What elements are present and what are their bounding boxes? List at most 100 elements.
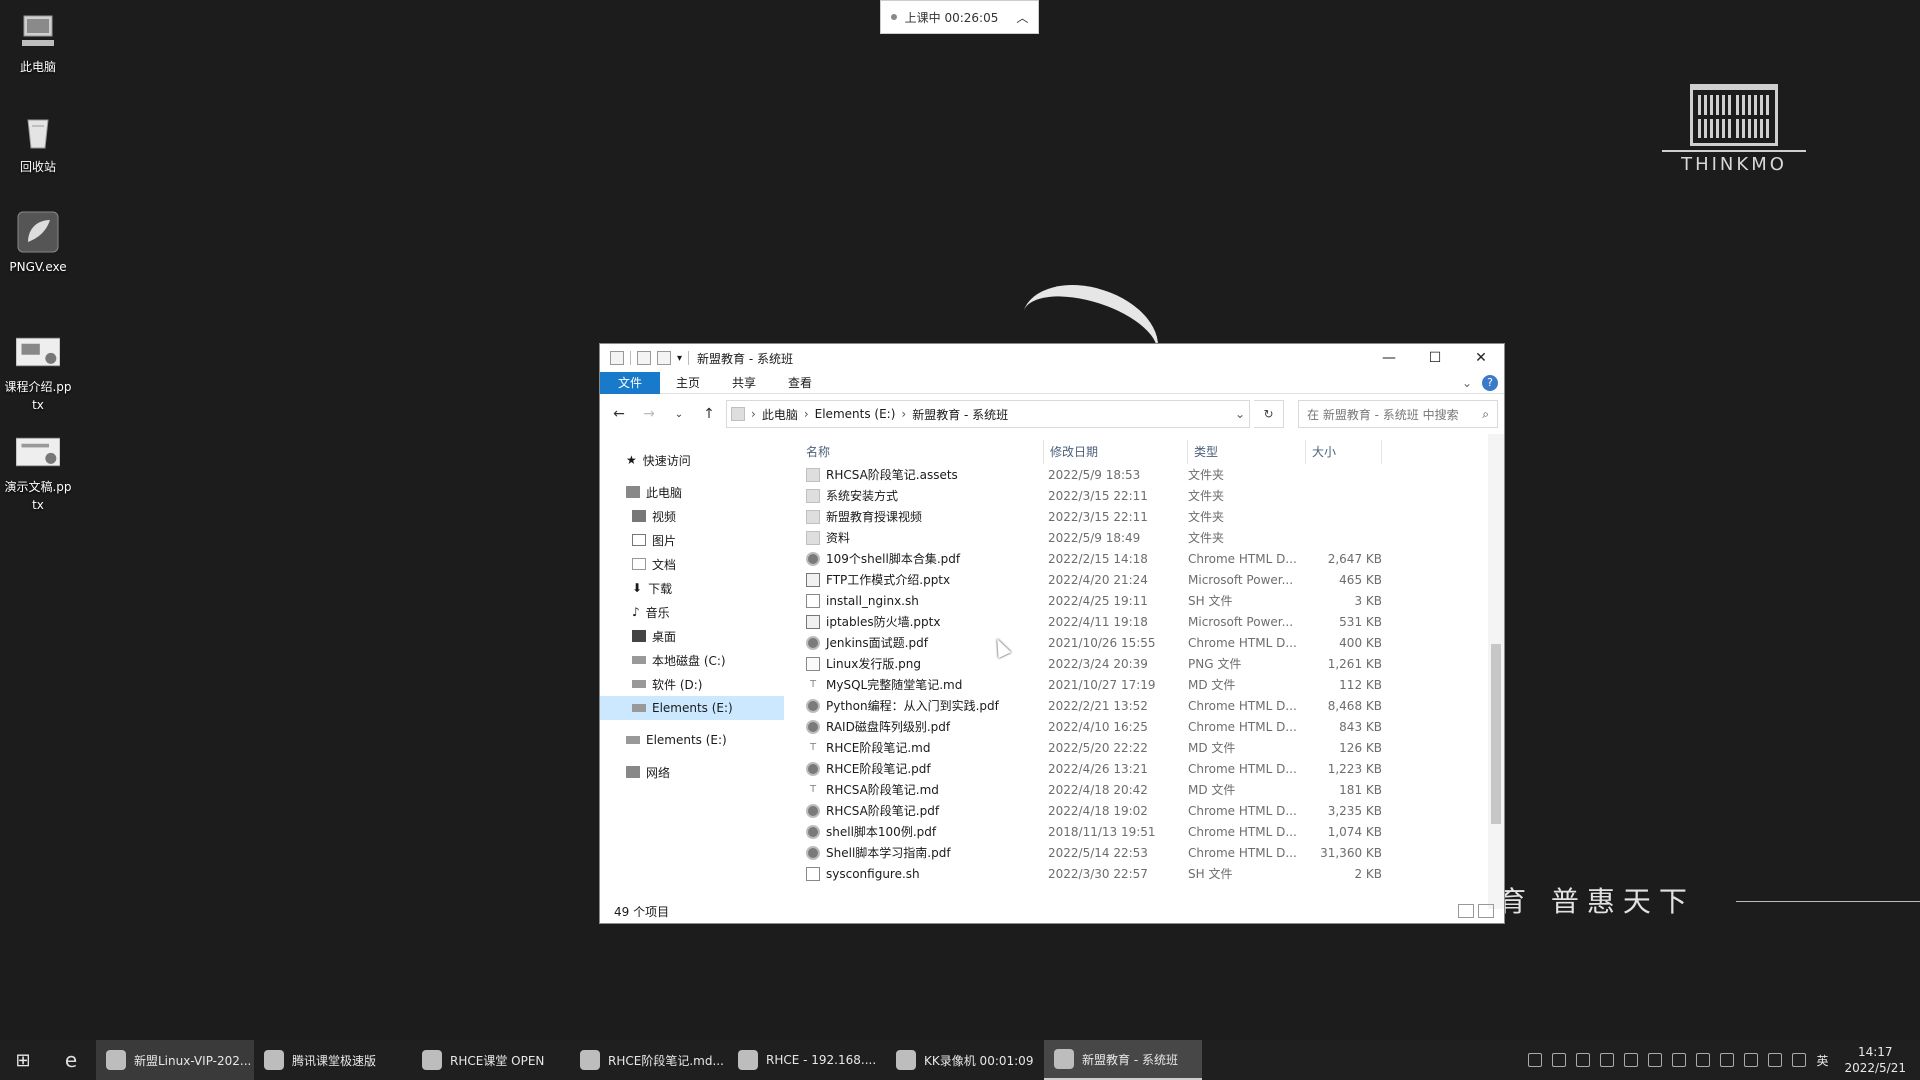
- nav-item-this-pc[interactable]: 此电脑: [600, 480, 784, 504]
- file-row[interactable]: T MySQL完整随堂笔记.md 2021/10/27 17:19 MD 文件 112 …: [784, 674, 1504, 695]
- file-row[interactable]: Linux发行版.png 2022/3/24 20:39 PNG 文件 1,261 K…: [784, 653, 1504, 674]
- column-header-size[interactable]: 大小: [1306, 440, 1382, 464]
- file-row[interactable]: 109个shell脚本合集.pdf 2022/2/15 14:18 Chrome H…: [784, 548, 1504, 569]
- nav-item-videos[interactable]: 视频: [600, 504, 784, 528]
- taskbar-app-button[interactable]: KK录像机 00:01:09: [886, 1040, 1044, 1080]
- tray-arrow-icon[interactable]: [1696, 1053, 1711, 1067]
- file-row[interactable]: RHCE阶段笔记.pdf 2022/4/26 13:21 Chrome HTML D…: [784, 758, 1504, 779]
- column-header-name[interactable]: 名称: [784, 440, 1044, 464]
- recent-locations-dropdown[interactable]: ⌄: [666, 401, 692, 427]
- minimize-button[interactable]: —: [1366, 344, 1412, 372]
- large-icons-view-icon[interactable]: [1478, 904, 1494, 918]
- file-row[interactable]: install_nginx.sh 2022/4/25 19:11 SH 文件 3 KB: [784, 590, 1504, 611]
- desktop-icon-this-pc[interactable]: 此电脑: [4, 10, 72, 76]
- breadcrumb-this-pc[interactable]: 此电脑: [762, 406, 798, 423]
- nav-item-drive-d[interactable]: 软件 (D:): [600, 672, 784, 696]
- taskbar-app-button[interactable]: RHCE - 192.168....: [728, 1040, 886, 1080]
- vertical-scrollbar[interactable]: [1488, 434, 1504, 909]
- nav-item-drive-c[interactable]: 本地磁盘 (C:): [600, 648, 784, 672]
- expand-ribbon-icon[interactable]: ⌄: [1462, 376, 1472, 390]
- taskbar-app-button[interactable]: 新盟Linux-VIP-202...: [96, 1040, 254, 1080]
- file-row[interactable]: RHCSA阶段笔记.pdf 2022/4/18 19:02 Chrome HTML …: [784, 800, 1504, 821]
- details-view-icon[interactable]: [1458, 904, 1474, 918]
- class-timer-bar[interactable]: 上课中 00:26:05 ︿: [880, 0, 1039, 34]
- taskbar-clock[interactable]: 14:17 2022/5/21: [1838, 1044, 1912, 1076]
- file-row[interactable]: Shell脚本学习指南.pdf 2022/5/14 22:53 Chrome HTM…: [784, 842, 1504, 863]
- app-icon: [896, 1050, 916, 1070]
- nav-item-quick-access[interactable]: ★ 快速访问: [600, 448, 784, 472]
- file-row[interactable]: FTP工作模式介绍.pptx 2022/4/20 21:24 Microsoft P…: [784, 569, 1504, 590]
- taskbar-app-button[interactable]: 新盟教育 - 系统班: [1044, 1040, 1202, 1080]
- up-button[interactable]: ↑: [696, 401, 722, 427]
- nav-item-drive-e[interactable]: Elements (E:): [600, 696, 784, 720]
- search-input[interactable]: 在 新盟教育 - 系统班 中搜索 ⌕: [1298, 400, 1498, 428]
- file-row[interactable]: T RHCSA阶段笔记.md 2022/4/18 20:42 MD 文件 181 KB: [784, 779, 1504, 800]
- file-row[interactable]: iptables防火墙.pptx 2022/4/11 19:18 Microsoft…: [784, 611, 1504, 632]
- file-row[interactable]: T RHCE阶段笔记.md 2022/5/20 22:22 MD 文件 126 KB: [784, 737, 1504, 758]
- tray-battery-icon[interactable]: [1720, 1053, 1735, 1067]
- nav-item-music[interactable]: ♪ 音乐: [600, 600, 784, 624]
- nav-item-elements-e[interactable]: Elements (E:): [600, 728, 784, 752]
- customize-dropdown-icon[interactable]: ▾: [677, 353, 682, 364]
- maximize-button[interactable]: ☐: [1412, 344, 1458, 372]
- file-row[interactable]: RAID磁盘阵列级别.pdf 2022/4/10 16:25 Chrome HTML…: [784, 716, 1504, 737]
- tab-view[interactable]: 查看: [772, 372, 828, 394]
- desktop-icon-pngv[interactable]: PNGV.exe: [4, 210, 72, 276]
- desktop-icon-demo-pptx[interactable]: 演示文稿.pptx: [4, 430, 72, 514]
- file-row[interactable]: Jenkins面试题.pdf 2021/10/26 15:55 Chrome HTM…: [784, 632, 1504, 653]
- file-row[interactable]: Python编程：从入门到实践.pdf 2022/2/21 13:52 Chrome…: [784, 695, 1504, 716]
- taskbar-app-button[interactable]: RHCE阶段笔记.md...: [570, 1040, 728, 1080]
- tray-app-icon[interactable]: [1648, 1053, 1663, 1067]
- chevron-up-icon[interactable]: ︿: [1016, 9, 1028, 26]
- file-row[interactable]: sysconfigure.sh 2022/3/30 22:57 SH 文件 2 KB: [784, 863, 1504, 884]
- new-folder-icon[interactable]: [657, 351, 671, 365]
- tray-volume-icon[interactable]: [1792, 1053, 1807, 1067]
- file-row[interactable]: shell脚本100例.pdf 2018/11/13 19:51 Chrome HT…: [784, 821, 1504, 842]
- file-type: MD 文件: [1188, 741, 1236, 755]
- nav-item-network[interactable]: 网络: [600, 760, 784, 784]
- tray-usb-icon[interactable]: [1624, 1053, 1639, 1067]
- close-button[interactable]: ✕: [1458, 344, 1504, 372]
- back-button[interactable]: ←: [606, 401, 632, 427]
- taskbar-app-button[interactable]: RHCE课堂 OPEN: [412, 1040, 570, 1080]
- tray-microphone-icon[interactable]: [1744, 1053, 1759, 1067]
- taskbar-app-button[interactable]: 腾讯课堂极速版: [254, 1040, 412, 1080]
- file-list: RHCSA阶段笔记.assets 2022/5/9 18:53 文件夹 系统安装方式 2…: [784, 464, 1504, 884]
- help-icon[interactable]: ?: [1482, 374, 1498, 391]
- start-button[interactable]: ⊞: [0, 1040, 46, 1080]
- scrollbar-thumb[interactable]: [1491, 644, 1501, 824]
- nav-item-downloads[interactable]: ⬇ 下载: [600, 576, 784, 600]
- file-explorer-window[interactable]: ▾ 新盟教育 - 系统班 — ☐ ✕ 文件 主页 共享 查看 ⌄ ? ← → ⌄…: [599, 343, 1505, 924]
- edge-browser-icon[interactable]: e: [46, 1040, 96, 1080]
- address-bar[interactable]: › 此电脑 › Elements (E:) › 新盟教育 - 系统班 ⌄: [726, 400, 1250, 428]
- breadcrumb-drive[interactable]: Elements (E:): [815, 407, 896, 421]
- refresh-button[interactable]: ↻: [1254, 400, 1284, 428]
- file-row[interactable]: RHCSA阶段笔记.assets 2022/5/9 18:53 文件夹: [784, 464, 1504, 485]
- nav-item-desktop[interactable]: 桌面: [600, 624, 784, 648]
- tray-wechat-icon[interactable]: [1552, 1053, 1567, 1067]
- tray-chat-icon[interactable]: [1528, 1053, 1543, 1067]
- file-row[interactable]: 资料 2022/5/9 18:49 文件夹: [784, 527, 1504, 548]
- tray-app-icon[interactable]: [1576, 1053, 1591, 1067]
- title-bar[interactable]: ▾ 新盟教育 - 系统班 — ☐ ✕: [600, 344, 1504, 372]
- tab-home[interactable]: 主页: [660, 372, 716, 394]
- tray-network-icon[interactable]: [1768, 1053, 1783, 1067]
- file-row[interactable]: 系统安装方式 2022/3/15 22:11 文件夹: [784, 485, 1504, 506]
- file-row[interactable]: 新盟教育授课视频 2022/3/15 22:11 文件夹: [784, 506, 1504, 527]
- tray-app-icon[interactable]: [1600, 1053, 1615, 1067]
- desktop-icon-course-pptx[interactable]: 课程介绍.pptx: [4, 330, 72, 414]
- tab-share[interactable]: 共享: [716, 372, 772, 394]
- address-dropdown-icon[interactable]: ⌄: [1235, 407, 1245, 421]
- forward-button[interactable]: →: [636, 401, 662, 427]
- nav-item-documents[interactable]: 文档: [600, 552, 784, 576]
- breadcrumb-current-folder[interactable]: 新盟教育 - 系统班: [912, 406, 1008, 423]
- desktop-icon-recycle-bin[interactable]: 回收站: [4, 110, 72, 176]
- column-header-date[interactable]: 修改日期: [1044, 440, 1188, 464]
- file-name: Shell脚本学习指南.pdf: [826, 846, 951, 860]
- nav-item-pictures[interactable]: 图片: [600, 528, 784, 552]
- ime-indicator[interactable]: 英: [1816, 1052, 1828, 1069]
- column-header-type[interactable]: 类型: [1188, 440, 1306, 464]
- properties-icon[interactable]: [637, 351, 651, 365]
- tray-app-icon[interactable]: [1672, 1053, 1687, 1067]
- tab-file[interactable]: 文件: [600, 371, 661, 394]
